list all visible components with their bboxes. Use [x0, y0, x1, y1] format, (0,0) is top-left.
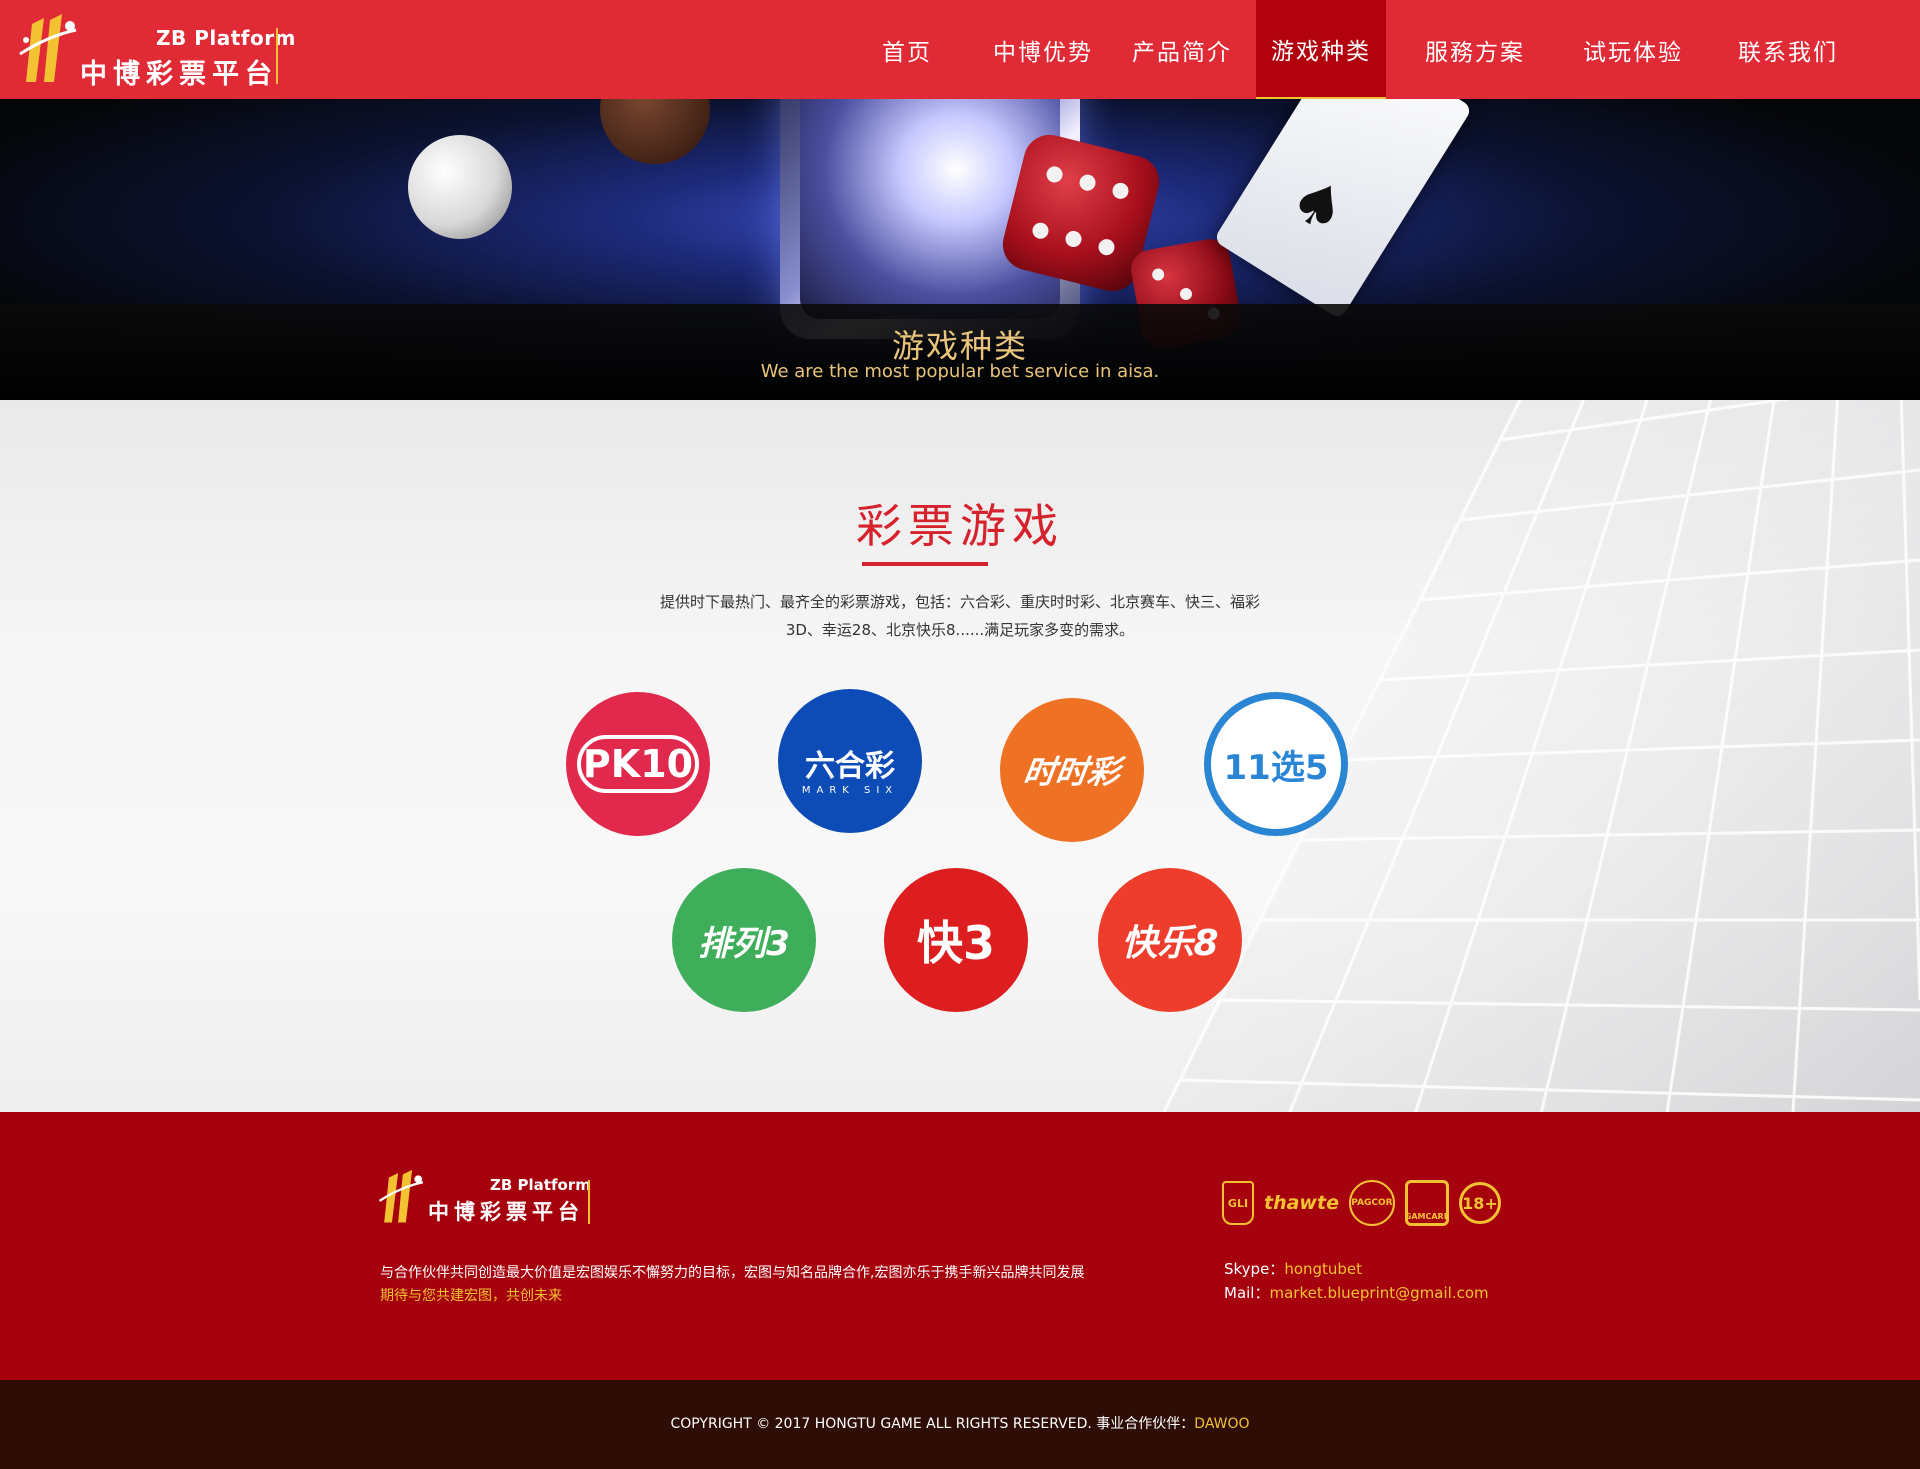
- playing-card-image: ♠: [1213, 99, 1473, 320]
- footer-logo[interactable]: ZB Platform 中博彩票平台: [378, 1166, 598, 1230]
- mail-contact: Mail：market.blueprint@gmail.com: [1224, 1282, 1489, 1303]
- copyright-bar: COPYRIGHT © 2017 HONGTU GAME ALL RIGHTS …: [0, 1380, 1920, 1469]
- mail-label: Mail：: [1224, 1284, 1270, 1302]
- lottery-section: 彩票游戏 提供时下最热门、最齐全的彩票游戏，包括：六合彩、重庆时时彩、北京赛车、…: [0, 400, 1920, 1112]
- footer-description: 与合作伙伴共同创造最大价值是宏图娱乐不懈努力的目标，宏图与知名品牌合作,宏图亦乐…: [380, 1265, 1085, 1281]
- copyright-text: COPYRIGHT © 2017 HONGTU GAME ALL RIGHTS …: [670, 1416, 1195, 1432]
- header: ZB Platform 中博彩票平台 首页 中博优势 产品简介 游戏种类 服務方…: [0, 0, 1920, 99]
- gamcare-logo-icon: GAMCARE: [1405, 1180, 1449, 1226]
- pagcor-logo-icon: PAGCOR: [1348, 1180, 1395, 1226]
- logo-en-text: ZB Platform: [156, 26, 296, 50]
- pailie3-icon[interactable]: 排列3: [672, 868, 816, 1012]
- kuai3-icon[interactable]: 快3: [884, 868, 1028, 1012]
- nav-item-contact[interactable]: 联系我们: [1702, 0, 1874, 99]
- age-18-icon: 18+: [1458, 1182, 1501, 1224]
- nav-item-services[interactable]: 服務方案: [1386, 0, 1564, 99]
- logo-cn-text: 中博彩票平台: [80, 59, 278, 90]
- nav-item-games[interactable]: 游戏种类: [1256, 0, 1386, 99]
- baseball-image: [408, 135, 512, 239]
- section-title: 彩票游戏: [856, 499, 1064, 553]
- banner-subtitle: We are the most popular bet service in a…: [760, 361, 1160, 382]
- partner-link[interactable]: DAWOO: [1194, 1416, 1249, 1432]
- banner: ♠ 游戏种类 We are the most popular bet servi…: [0, 99, 1920, 400]
- 11-choose-5-icon[interactable]: 11选5: [1204, 692, 1348, 836]
- thawte-logo-icon: thawte: [1264, 1192, 1339, 1214]
- footer-logo-cn-text: 中博彩票平台: [428, 1200, 584, 1224]
- logo-mark-icon: [19, 14, 77, 82]
- section-description: 提供时下最热门、最齐全的彩票游戏，包括：六合彩、重庆时时彩、北京赛车、快三、福彩…: [660, 593, 1261, 639]
- nav-item-home[interactable]: 首页: [848, 0, 966, 99]
- logo-mark-icon: [378, 1169, 424, 1223]
- nav-item-advantages[interactable]: 中博优势: [978, 0, 1108, 99]
- nav-item-trial[interactable]: 试玩体验: [1564, 0, 1702, 99]
- skype-contact: Skype：hongtubet: [1224, 1258, 1362, 1279]
- site-logo[interactable]: ZB Platform 中博彩票平台: [18, 10, 295, 90]
- basketball-image: [600, 99, 710, 164]
- footer-logo-divider: [588, 1180, 590, 1224]
- title-underline: [862, 562, 988, 566]
- pk10-icon[interactable]: PK10: [566, 692, 710, 836]
- certification-logos: GLI thawte PAGCOR GAMCARE 18+: [1222, 1178, 1501, 1228]
- mark-six-icon[interactable]: 六合彩 MARK SIX: [778, 689, 922, 833]
- logo-divider: [276, 28, 278, 84]
- skype-value[interactable]: hongtubet: [1284, 1260, 1362, 1278]
- footer-logo-en-text: ZB Platform: [490, 1176, 591, 1194]
- main-nav: 首页 中博优势 产品简介 游戏种类 服務方案 试玩体验 联系我们: [848, 0, 1920, 99]
- footer: ZB Platform 中博彩票平台 与合作伙伴共同创造最大价值是宏图娱乐不懈努…: [0, 1112, 1920, 1380]
- skype-label: Skype：: [1224, 1260, 1285, 1278]
- mail-link[interactable]: market.blueprint@gmail.com: [1269, 1284, 1488, 1302]
- footer-slogan: 期待与您共建宏图，共创未来: [380, 1288, 562, 1304]
- kuaile8-icon[interactable]: 快乐8: [1098, 868, 1242, 1012]
- shishicai-icon[interactable]: 时时彩: [1000, 698, 1144, 842]
- nav-item-products[interactable]: 产品简介: [1108, 0, 1256, 99]
- gli-badge-icon: GLI: [1222, 1181, 1254, 1225]
